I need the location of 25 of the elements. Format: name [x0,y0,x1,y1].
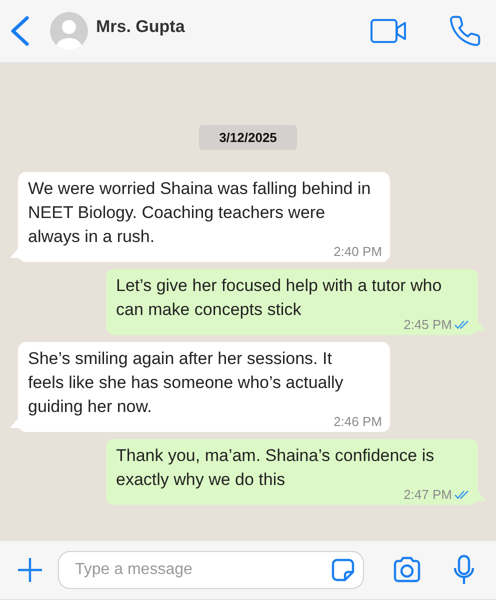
back-icon [8,15,32,47]
message-text: We were worried Shaina was falling behind in NEET Biology. Coaching teachers were always in a rush. [28,178,372,246]
message-text: She’s smiling again after her sessions. It feels like she has someone who’s actually guiding her now. [28,348,344,416]
microphone-button[interactable] [452,554,476,586]
video-call-button[interactable] [370,18,408,44]
message-text: Thank you, ma’am. Shaina’s confidence is exactly why we do this [116,445,436,490]
message-time: 2:47 PM [404,487,452,502]
date-chip: 3/12/2025 [199,125,297,150]
camera-icon [392,556,422,584]
message-text: Let’s give her focused help with a tutor who can make concepts stick [116,275,443,320]
video-camera-icon [370,18,408,44]
plus-icon [16,556,44,584]
composer-box[interactable]: Type a message [58,551,364,589]
message-time: 2:40 PM [334,244,382,259]
call-button[interactable] [448,14,482,48]
message-input[interactable]: Type a message [73,560,331,580]
camera-button[interactable] [392,556,422,584]
sticker-icon[interactable] [331,558,355,582]
contact-name: Mrs. Gupta [96,17,186,37]
phone-icon [448,14,482,48]
message-time: 2:46 PM [334,414,382,429]
microphone-icon [452,554,476,586]
message-time: 2:45 PM [404,317,452,332]
back-button[interactable] [8,15,32,47]
attach-button[interactable] [16,556,44,584]
